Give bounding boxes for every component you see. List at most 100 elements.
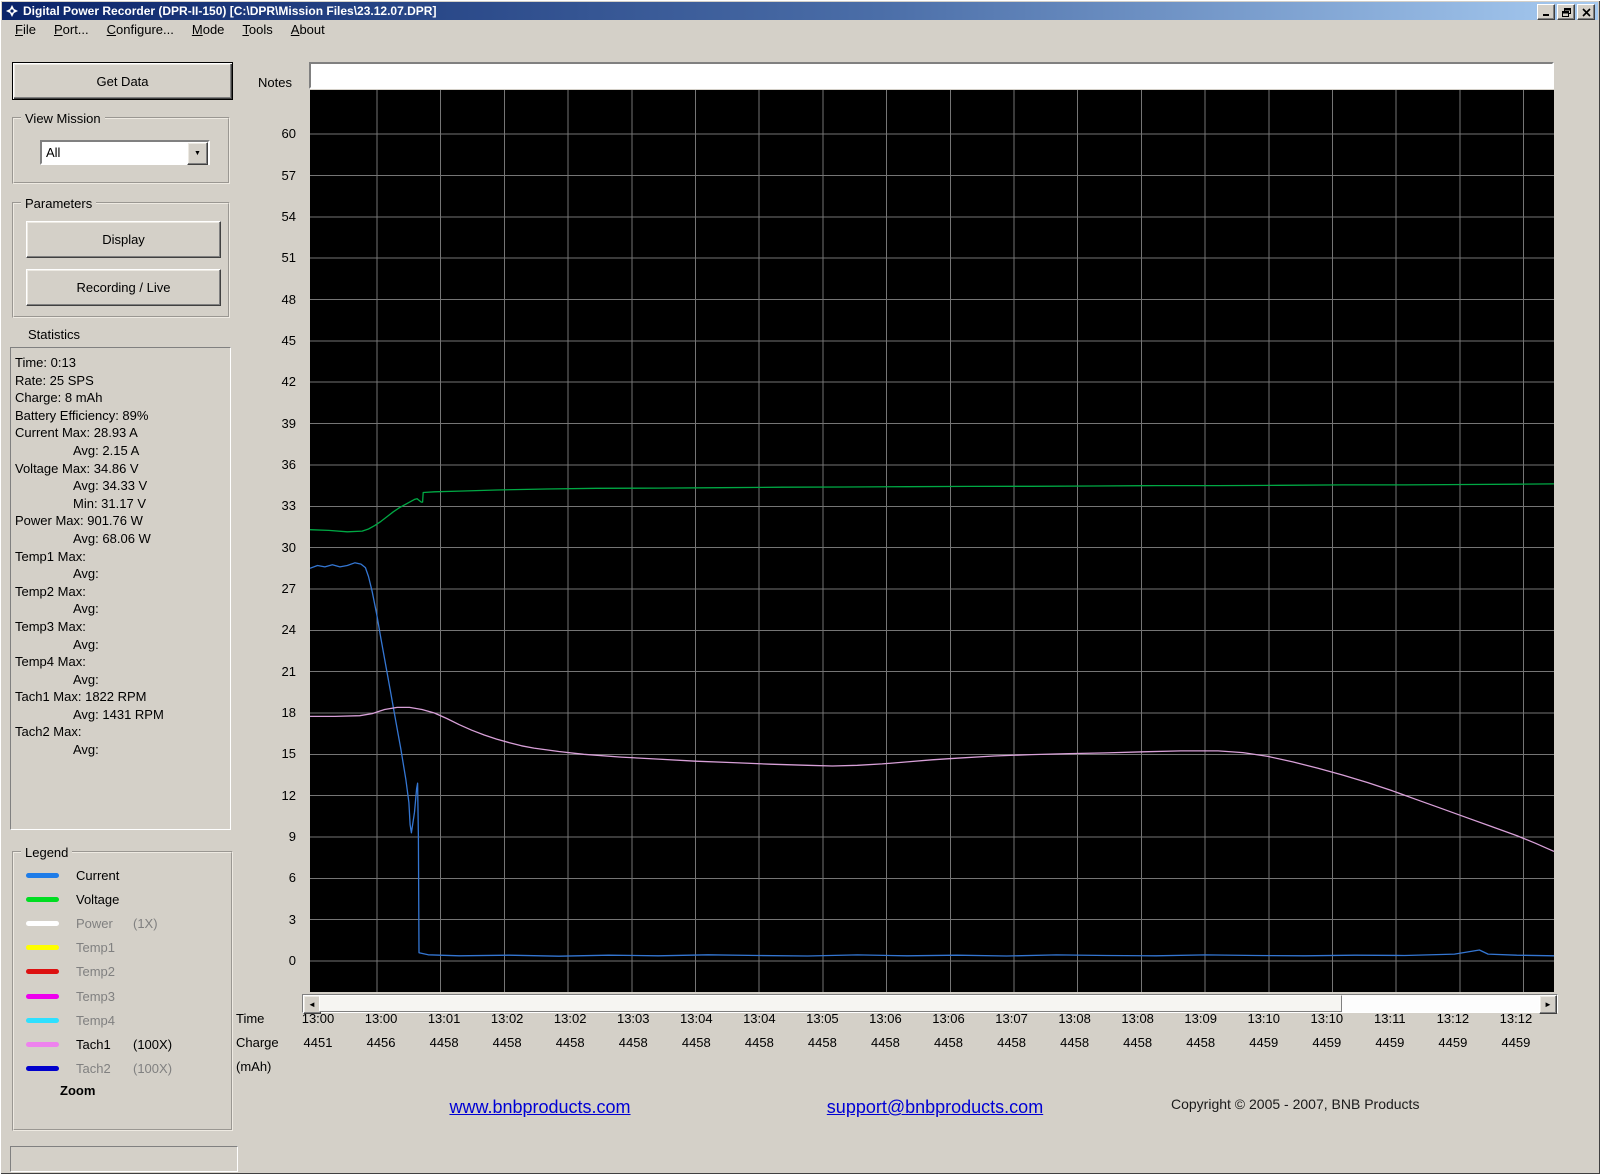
close-button[interactable] bbox=[1577, 4, 1595, 20]
menu-item-port[interactable]: Port... bbox=[45, 20, 98, 39]
notes-input[interactable] bbox=[309, 62, 1554, 89]
parameters-group-label: Parameters bbox=[21, 196, 97, 211]
legend-item-label: Voltage bbox=[76, 891, 120, 907]
display-button-label: Display bbox=[102, 232, 145, 247]
y-axis-tick: 36 bbox=[281, 456, 296, 472]
minimize-button[interactable] bbox=[1537, 4, 1555, 20]
y-axis-tick: 39 bbox=[281, 415, 296, 431]
legend-item-voltage[interactable]: Voltage bbox=[14, 887, 231, 911]
view-mission-value: All bbox=[46, 145, 61, 160]
stat-line: Avg: 34.33 V bbox=[73, 478, 148, 494]
menu-item-configure[interactable]: Configure... bbox=[98, 20, 183, 39]
time-tick: 13:08 bbox=[1121, 1011, 1154, 1026]
stat-line: Avg: bbox=[73, 671, 99, 687]
minimize-icon bbox=[1542, 13, 1549, 16]
chart-plot[interactable] bbox=[309, 90, 1555, 992]
time-tick: 13:00 bbox=[301, 1011, 335, 1026]
charge-value: 4451 bbox=[303, 1035, 333, 1050]
zoom-label: Zoom bbox=[60, 1083, 96, 1098]
combobox-dropdown-button[interactable]: ▼ bbox=[187, 142, 208, 165]
statistics-panel: Time: 0:13 Rate: 25 SPS Charge: 8 mAh Batte… bbox=[10, 347, 231, 830]
stat-line: Power Max: 901.76 W bbox=[15, 513, 143, 529]
stat-line: Temp1 Max: bbox=[15, 548, 86, 564]
legend-item-tach2[interactable]: Tach2 (100X) bbox=[14, 1057, 231, 1081]
window-title: Digital Power Recorder (DPR-II-150) [C:\… bbox=[23, 4, 437, 18]
stat-line: Avg: 1431 RPM bbox=[73, 706, 164, 722]
time-row: 13:00 13:00 13:01 13:02 13:02 13:03 13:04 13:04… bbox=[0, 1011, 1600, 1027]
charge-value: 4459 bbox=[1438, 1035, 1468, 1050]
time-tick: 13:12 bbox=[1436, 1011, 1470, 1026]
menu-item-file[interactable]: File bbox=[6, 20, 45, 39]
y-axis-tick: 60 bbox=[281, 126, 296, 142]
time-tick: 13:10 bbox=[1310, 1011, 1344, 1026]
legend-item-suffix: (100X) bbox=[133, 1061, 173, 1077]
stat-line: Temp4 Max: bbox=[15, 654, 86, 670]
y-axis-tick: 42 bbox=[281, 374, 296, 390]
menu-bar: File Port... Configure... Mode Tools About bbox=[2, 20, 1600, 39]
time-tick: 13:00 bbox=[364, 1011, 398, 1026]
time-tick: 13:07 bbox=[995, 1011, 1028, 1026]
time-tick: 13:09 bbox=[1184, 1011, 1217, 1026]
charge-value: 4459 bbox=[1249, 1035, 1279, 1050]
y-axis-tick: 48 bbox=[281, 291, 296, 307]
view-mission-combobox[interactable]: All ▼ bbox=[40, 140, 210, 165]
y-axis-tick: 57 bbox=[281, 167, 296, 183]
legend-item-label: Temp1 bbox=[76, 940, 116, 956]
support-link[interactable]: support@bnbproducts.com bbox=[827, 1097, 1043, 1118]
restore-icon bbox=[1561, 7, 1571, 17]
legend-group-label: Legend bbox=[21, 845, 73, 860]
scroll-thumb[interactable] bbox=[319, 995, 1342, 1012]
copyright-text: Copyright © 2005 - 2007, BNB Products bbox=[1171, 1096, 1420, 1112]
parameters-group: Parameters Display Recording / Live bbox=[12, 196, 230, 318]
get-data-button[interactable]: Get Data bbox=[12, 62, 233, 100]
legend-item-temp3[interactable]: Temp3 bbox=[14, 984, 231, 1008]
charge-value: 4458 bbox=[997, 1035, 1027, 1050]
charge-value: 4458 bbox=[681, 1035, 711, 1050]
y-axis-tick: 12 bbox=[281, 787, 296, 803]
status-panel bbox=[10, 1146, 238, 1172]
legend-item-power[interactable]: Power (1X) bbox=[14, 911, 231, 935]
y-axis-tick: 3 bbox=[288, 911, 296, 927]
charge-value: 4458 bbox=[555, 1035, 585, 1050]
charge-value: 4458 bbox=[429, 1035, 459, 1050]
charge-value: 4458 bbox=[807, 1035, 837, 1050]
stat-line: Battery Efficiency: 89% bbox=[15, 407, 149, 423]
stat-line: Temp3 Max: bbox=[15, 618, 86, 634]
time-tick: 13:10 bbox=[1247, 1011, 1281, 1026]
display-button[interactable]: Display bbox=[26, 221, 221, 258]
stat-line: Avg: bbox=[73, 601, 99, 617]
recording-live-button[interactable]: Recording / Live bbox=[26, 269, 221, 306]
legend-items: Current Voltage Power (1X) Temp1 Temp2 Temp3 Te… bbox=[14, 863, 231, 1093]
legend-swatch bbox=[26, 920, 59, 926]
website-link[interactable]: www.bnbproducts.com bbox=[449, 1097, 630, 1118]
charge-value: 4458 bbox=[870, 1035, 900, 1050]
charge-value: 4456 bbox=[366, 1035, 396, 1050]
series-voltage bbox=[309, 483, 1555, 533]
charge-value: 4458 bbox=[1060, 1035, 1090, 1050]
legend-swatch bbox=[26, 969, 59, 975]
time-tick: 13:02 bbox=[553, 1011, 587, 1026]
y-axis-tick: 15 bbox=[281, 746, 296, 762]
legend-item-label: Power bbox=[76, 915, 113, 931]
menu-item-mode[interactable]: Mode bbox=[183, 20, 234, 39]
legend-item-temp2[interactable]: Temp2 bbox=[14, 960, 231, 984]
stat-line: Min: 31.17 V bbox=[73, 495, 146, 511]
statistics-label: Statistics bbox=[28, 327, 81, 342]
legend-swatch bbox=[26, 993, 59, 999]
legend-item-label: Current bbox=[76, 867, 120, 883]
legend-swatch bbox=[26, 896, 59, 902]
charge-value: 4458 bbox=[744, 1035, 774, 1050]
y-axis-tick: 21 bbox=[281, 663, 296, 679]
legend-swatch bbox=[26, 1066, 59, 1072]
legend-item-label: Temp2 bbox=[76, 964, 116, 980]
stat-line: Tach1 Max: 1822 RPM bbox=[15, 689, 147, 705]
stat-line: Avg: 68.06 W bbox=[73, 530, 151, 546]
time-tick: 13:02 bbox=[490, 1011, 524, 1026]
stat-line: Charge: 8 mAh bbox=[15, 390, 103, 406]
charge-row: 4451 4456 4458 4458 4458 4458 4458 4458 4458 4458… bbox=[0, 1035, 1600, 1051]
legend-item-current[interactable]: Current bbox=[14, 863, 231, 887]
y-axis-tick: 18 bbox=[281, 704, 296, 720]
chart-canvas bbox=[309, 90, 1555, 992]
legend-item-temp1[interactable]: Temp1 bbox=[14, 936, 231, 960]
restore-button[interactable] bbox=[1557, 4, 1575, 20]
